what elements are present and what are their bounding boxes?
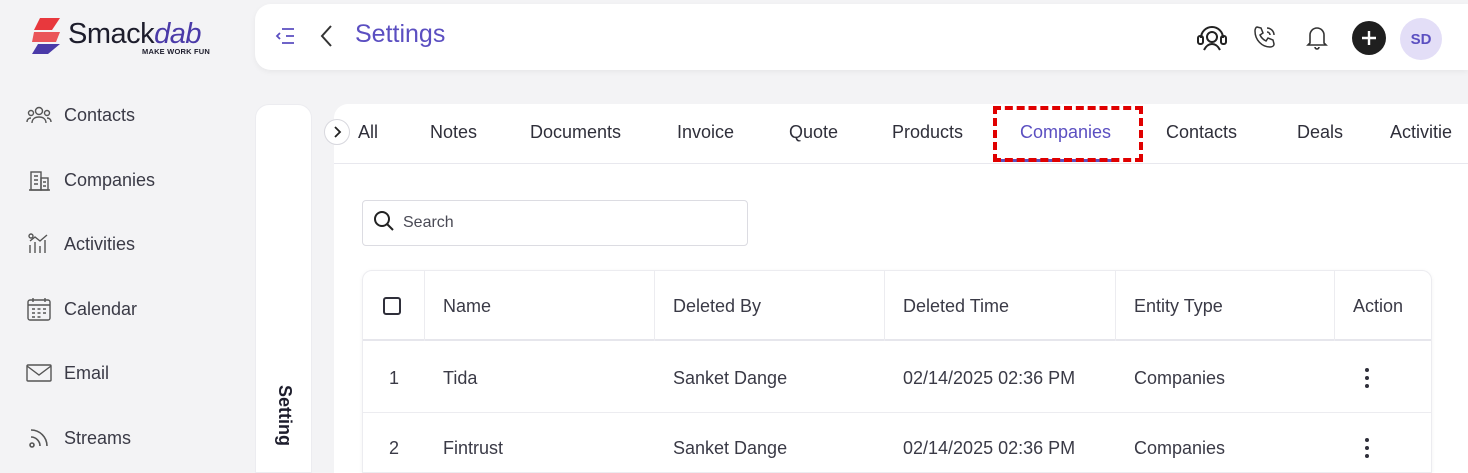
table-row: 1 Tida Sanket Dange 02/14/2025 02:36 PM …	[363, 343, 1431, 413]
more-options-icon[interactable]	[1361, 434, 1373, 462]
support-icon[interactable]	[1195, 20, 1229, 54]
deleted-records-table: Name Deleted By Deleted Time Entity Type…	[362, 270, 1432, 473]
search-box[interactable]	[362, 200, 748, 246]
tab-contacts[interactable]: Contacts	[1166, 122, 1237, 143]
row-deleted-by: Sanket Dange	[673, 367, 788, 388]
tab-bar: All Notes Documents Invoice Quote Produc…	[334, 104, 1468, 164]
row-deleted-time: 02/14/2025 02:36 PM	[903, 437, 1076, 458]
table-header: Name Deleted By Deleted Time Entity Type…	[363, 271, 1431, 341]
page-title: Settings	[355, 20, 446, 48]
search-icon	[373, 210, 395, 237]
nav-label: Calendar	[64, 298, 138, 319]
nav-item-contacts[interactable]: Contacts	[24, 95, 244, 135]
settings-side-strip[interactable]: Setting	[255, 104, 312, 473]
tab-invoice[interactable]: Invoice	[677, 122, 734, 143]
avatar[interactable]: SD	[1400, 18, 1442, 60]
row-deleted-by: Sanket Dange	[673, 437, 788, 458]
table-row: 2 Fintrust Sanket Dange 02/14/2025 02:36…	[363, 413, 1431, 472]
back-icon[interactable]	[317, 22, 337, 50]
tab-deals[interactable]: Deals	[1297, 122, 1343, 143]
search-input[interactable]	[403, 214, 723, 232]
tab-documents[interactable]: Documents	[530, 122, 621, 143]
row-entity-type: Companies	[1134, 367, 1226, 388]
tab-all[interactable]: All	[358, 122, 378, 143]
email-icon	[24, 358, 54, 388]
nav-label: Email	[64, 362, 110, 383]
sidebar-toggle-icon[interactable]	[273, 24, 297, 48]
row-name: Tida	[443, 367, 478, 388]
nav-item-streams[interactable]: Streams	[24, 418, 244, 458]
row-entity-type: Companies	[1134, 437, 1226, 458]
brand-logo[interactable]: Smackdab MAKE WORK FUN	[30, 16, 230, 60]
select-all-checkbox[interactable]	[383, 297, 401, 315]
phone-icon[interactable]	[1248, 20, 1282, 54]
tab-products[interactable]: Products	[892, 122, 963, 143]
tab-quote[interactable]: Quote	[789, 122, 838, 143]
row-deleted-time: 02/14/2025 02:36 PM	[903, 367, 1076, 388]
nav-item-activities[interactable]: Activities	[24, 224, 244, 264]
highlight-annotation	[993, 106, 1143, 162]
nav-item-email[interactable]: Email	[24, 353, 244, 393]
logo-mark-icon	[32, 18, 60, 54]
tab-notes[interactable]: Notes	[430, 122, 477, 143]
brand-tagline: MAKE WORK FUN	[142, 47, 211, 56]
nav-label: Contacts	[64, 104, 136, 125]
row-index: 2	[389, 437, 400, 458]
nav-item-calendar[interactable]: Calendar	[24, 289, 244, 329]
row-action-cell	[1335, 343, 1431, 413]
main-panel: All Notes Documents Invoice Quote Produc…	[334, 104, 1468, 473]
column-header-deleted-time[interactable]: Deleted Time	[885, 271, 1116, 341]
column-header-entity-type[interactable]: Entity Type	[1116, 271, 1335, 341]
nav-item-companies[interactable]: Companies	[24, 160, 244, 200]
bell-icon[interactable]	[1300, 20, 1334, 54]
contacts-icon	[24, 100, 54, 130]
settings-strip-label: Setting	[275, 385, 295, 446]
nav-label: Streams	[64, 427, 132, 448]
companies-icon	[24, 165, 54, 195]
nav-label: Activities	[64, 233, 136, 254]
row-index: 1	[389, 367, 400, 388]
row-name: Fintrust	[443, 437, 504, 458]
tab-activities[interactable]: Activitie	[1390, 122, 1452, 143]
column-header-action: Action	[1353, 295, 1404, 316]
more-options-icon[interactable]	[1361, 364, 1373, 392]
tab-scroll-chevron-icon[interactable]	[324, 119, 350, 145]
plus-icon[interactable]	[1352, 21, 1386, 55]
row-action-cell	[1335, 413, 1431, 472]
select-all-cell	[363, 271, 425, 341]
column-header-name[interactable]: Name	[425, 271, 655, 341]
column-header-deleted-by[interactable]: Deleted By	[655, 271, 885, 341]
activities-icon	[24, 229, 54, 259]
streams-icon	[24, 423, 54, 453]
top-header: Settings SD	[255, 4, 1468, 70]
nav-label: Companies	[64, 169, 156, 190]
calendar-icon	[24, 294, 54, 324]
